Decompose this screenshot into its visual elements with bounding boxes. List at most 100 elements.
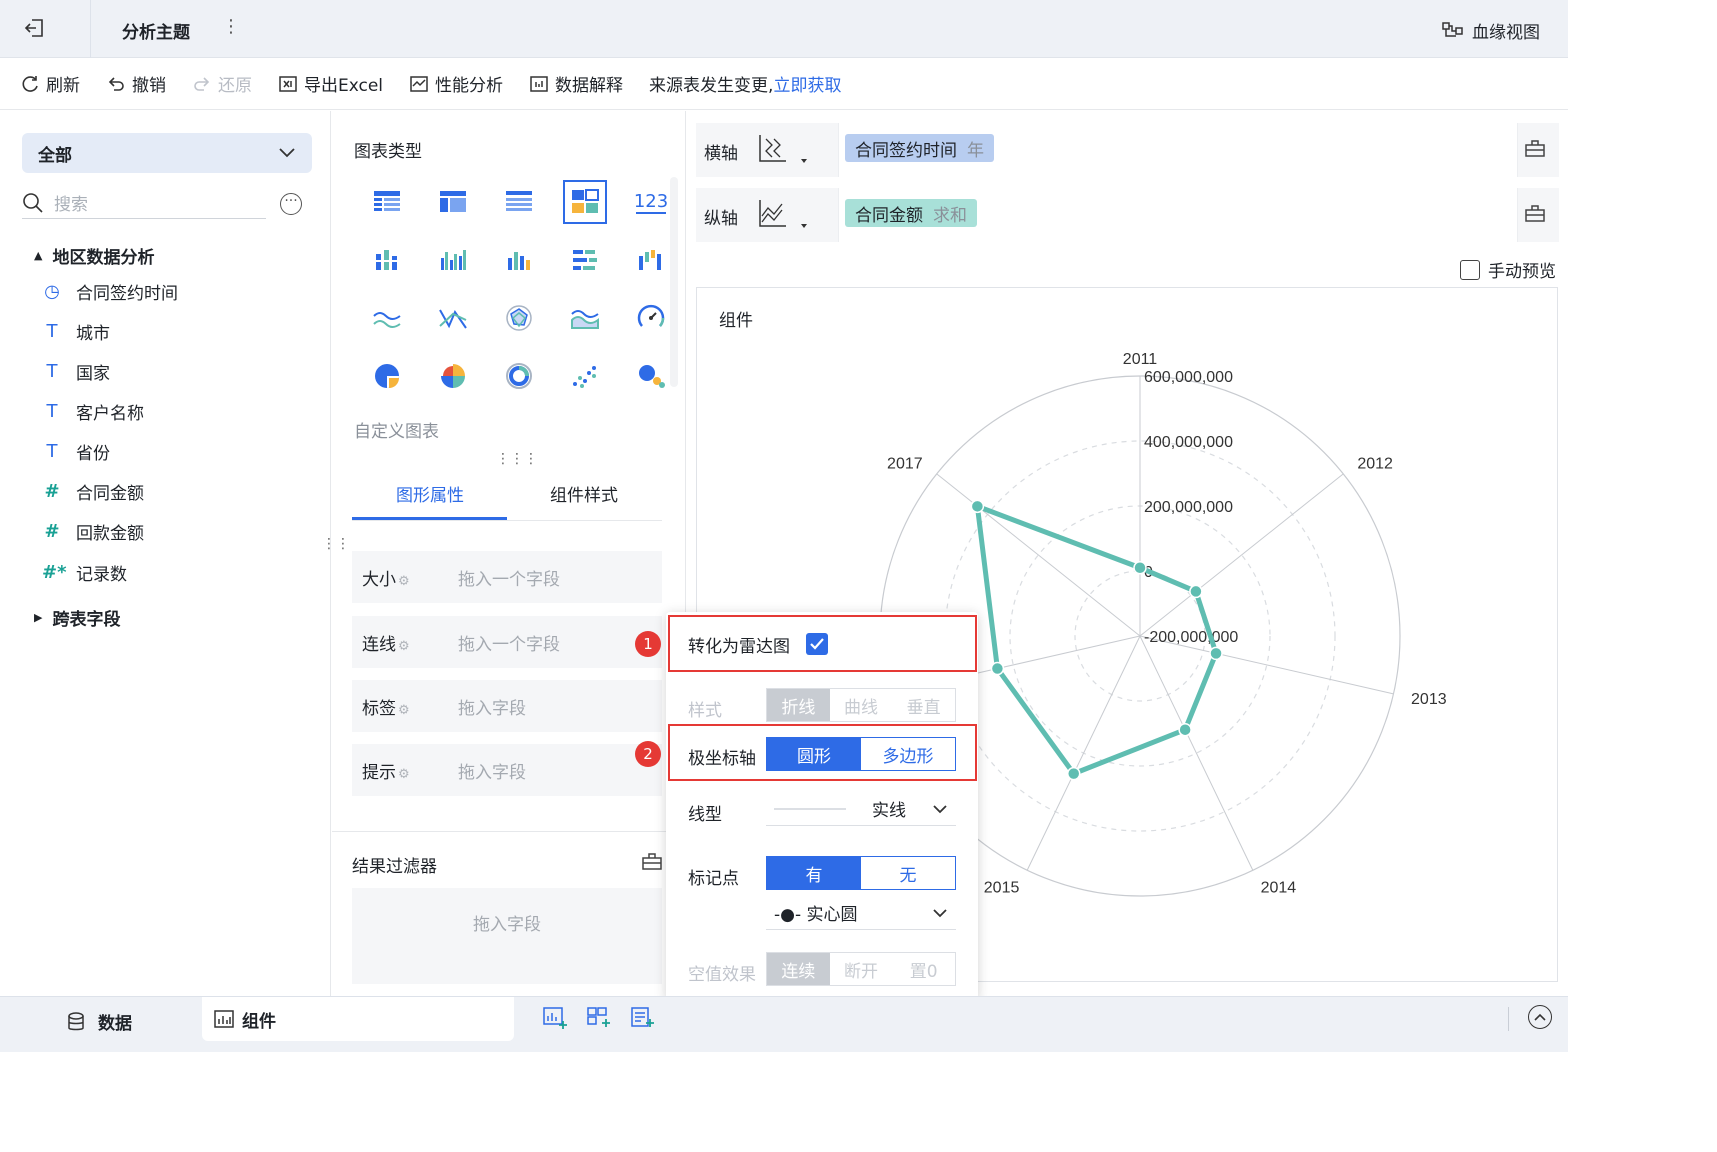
text-icon: T	[46, 321, 58, 342]
prop-label[interactable]: 标签 ⚙ 拖入字段	[352, 680, 662, 732]
field-item[interactable]: # 回款金额	[42, 519, 144, 544]
redo-button[interactable]: 还原	[192, 71, 252, 96]
style-polyline[interactable]: 折线	[767, 689, 830, 721]
group-header[interactable]: ▶ 跨表字段	[34, 605, 120, 630]
custom-chart-icon	[572, 189, 599, 213]
prop-connect-line[interactable]: 连线 ⚙ 拖入一个字段	[352, 616, 662, 668]
polar-polygon-option[interactable]: 多边形	[861, 738, 955, 770]
chart-type-title: 图表类型	[354, 142, 422, 162]
more-options-icon[interactable]: ···	[280, 193, 302, 215]
collapse-up-icon[interactable]	[1528, 1005, 1552, 1029]
chart-type-cross-table[interactable]	[420, 173, 486, 231]
x-axis-sort-icon[interactable]	[756, 133, 812, 167]
chart-type-area[interactable]	[552, 289, 618, 347]
search-field[interactable]: 搜索	[22, 187, 266, 219]
property-tabs: 图形属性 组件样式	[352, 461, 662, 521]
manual-preview-checkbox[interactable]	[1460, 259, 1480, 280]
marker-off-option[interactable]: 无	[861, 857, 955, 889]
radar-spoke	[1139, 635, 1254, 871]
line-type-select[interactable]: 实线	[766, 792, 956, 826]
gear-icon[interactable]: ⚙	[398, 767, 410, 782]
y-axis-sort-icon[interactable]	[756, 198, 812, 232]
prop-tooltip[interactable]: 提示 ⚙ 拖入字段	[352, 744, 662, 796]
chart-type-line[interactable]	[354, 289, 420, 347]
marker-on-option[interactable]: 有	[767, 857, 861, 889]
chart-type-radar[interactable]	[486, 289, 552, 347]
x-field-pill[interactable]: 合同签约时间 年	[845, 134, 994, 162]
tab-graphic-properties[interactable]: 图形属性	[396, 481, 464, 506]
chart-type-grouped-bar[interactable]	[420, 231, 486, 289]
chart-type-scatter[interactable]	[552, 347, 618, 405]
null-effect-segmented[interactable]: 连续 断开 置0	[766, 952, 956, 986]
result-filter-title: 结果过滤器	[352, 857, 437, 877]
gear-icon[interactable]: ⚙	[398, 639, 410, 654]
polar-axis-segmented[interactable]: 圆形 多边形	[766, 737, 956, 771]
marker-segmented[interactable]: 有 无	[766, 856, 956, 890]
chart-type-scatter-line[interactable]	[420, 289, 486, 347]
data-tab[interactable]: 数据	[66, 1009, 132, 1034]
component-tab[interactable]: 组件	[202, 997, 514, 1041]
lineage-view-button[interactable]: 血缘视图	[1442, 18, 1540, 43]
toolbox-icon[interactable]	[1525, 139, 1545, 157]
x-axis-drop-zone[interactable]: 合同签约时间 年	[838, 123, 1518, 177]
manual-preview-toggle[interactable]: 手动预览	[1460, 257, 1556, 282]
prop-size[interactable]: 大小 ⚙ 拖入一个字段	[352, 551, 662, 603]
null-continuous[interactable]: 连续	[767, 953, 830, 985]
undo-button[interactable]: 撤销	[106, 71, 166, 96]
marker-label: 标记点	[688, 869, 739, 889]
line-sample	[774, 807, 846, 810]
field-item[interactable]: T 省份	[42, 439, 111, 464]
radar-tick-label: 400,000,000	[1144, 434, 1233, 451]
scope-select[interactable]: 全部	[22, 133, 312, 173]
field-item[interactable]: ◷ 合同签约时间	[42, 279, 178, 304]
chart-type-rose[interactable]	[420, 347, 486, 405]
radar-convert-checkbox[interactable]	[806, 633, 828, 655]
chart-type-pie[interactable]	[354, 347, 420, 405]
stacked-bar-icon	[374, 250, 400, 270]
field-panel: 全部 搜索 ··· ▲ 地区数据分析 ◷ 合同签约时间 T 城市 T 国家 T …	[0, 111, 350, 996]
group-header[interactable]: ▲ 地区数据分析	[34, 243, 154, 268]
add-dashboard-icon[interactable]	[587, 1007, 611, 1029]
chart-type-donut[interactable]	[486, 347, 552, 405]
y-field-pill[interactable]: 合同金额 求和	[845, 199, 977, 227]
area-chart-icon	[571, 310, 599, 329]
scrollbar[interactable]	[670, 177, 678, 387]
performance-analysis-button[interactable]: 性能分析	[409, 71, 503, 96]
null-break[interactable]: 断开	[830, 953, 893, 985]
gear-icon[interactable]: ⚙	[398, 574, 410, 589]
chart-type-bar[interactable]	[486, 231, 552, 289]
search-input[interactable]: 搜索	[54, 190, 88, 215]
add-component-icon[interactable]	[543, 1007, 567, 1029]
gear-icon[interactable]: ⚙	[398, 703, 410, 718]
style-curve[interactable]: 曲线	[830, 689, 893, 721]
add-report-icon[interactable]	[631, 1007, 655, 1029]
null-zero[interactable]: 置0	[892, 953, 955, 985]
x-axis-label: 横轴	[704, 144, 738, 164]
chart-type-stacked-bar[interactable]	[354, 231, 420, 289]
polar-circle-option[interactable]: 圆形	[767, 738, 861, 770]
marker-shape-select[interactable]: -●- 实心圆	[766, 896, 956, 930]
refresh-button[interactable]: 刷新	[20, 71, 80, 96]
style-vertical[interactable]: 垂直	[892, 689, 955, 721]
field-item[interactable]: T 国家	[42, 359, 111, 384]
toolbox-icon[interactable]	[642, 852, 662, 870]
field-item[interactable]: T 城市	[42, 319, 111, 344]
y-axis-drop-zone[interactable]: 合同金额 求和	[838, 188, 1518, 242]
chart-type-horizontal-bar[interactable]	[552, 231, 618, 289]
chart-type-custom[interactable]	[552, 173, 618, 231]
field-item[interactable]: T 客户名称	[42, 399, 145, 424]
toolbox-icon[interactable]	[1525, 204, 1545, 222]
field-item[interactable]: # 合同金额	[42, 479, 144, 504]
radar-point	[1178, 722, 1192, 737]
tab-component-style[interactable]: 组件样式	[550, 481, 618, 506]
data-explain-button[interactable]: 数据解释	[529, 71, 623, 96]
chart-type-table[interactable]	[354, 173, 420, 231]
more-icon[interactable]: ⋮	[222, 16, 240, 37]
export-excel-button[interactable]: 导出Excel	[278, 71, 383, 96]
exit-icon[interactable]	[22, 16, 72, 44]
style-segmented[interactable]: 折线 曲线 垂直	[766, 688, 956, 722]
chart-type-detail-table[interactable]	[486, 173, 552, 231]
fetch-now-link[interactable]: 立即获取	[773, 76, 841, 96]
field-item[interactable]: #* 记录数	[42, 560, 127, 585]
filter-drop-zone[interactable]: 拖入字段	[352, 888, 662, 984]
